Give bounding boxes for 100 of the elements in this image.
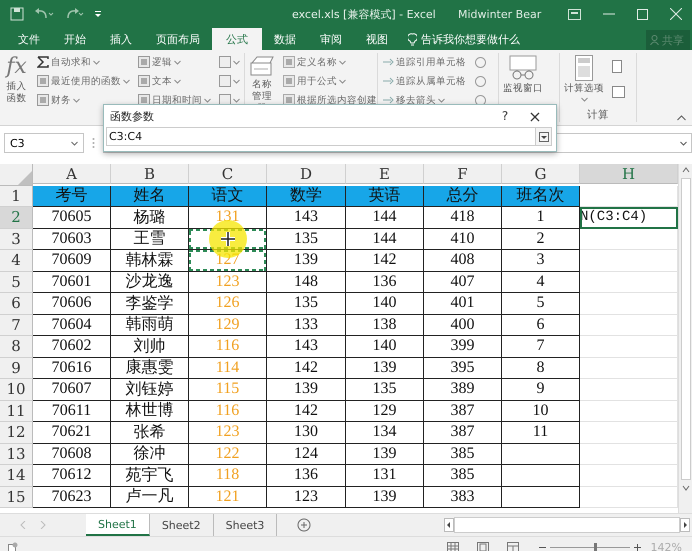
normal-view-icon[interactable] <box>446 542 459 551</box>
table-cell: 123 <box>267 486 346 508</box>
scroll-right-icon[interactable] <box>680 518 690 532</box>
person-icon <box>650 35 659 45</box>
table-cell: 沙龙逸 <box>111 272 189 293</box>
ribbon-tab[interactable]: 页面布局 <box>144 28 212 50</box>
ribbon-button[interactable]: 用于公式 <box>281 72 379 90</box>
row-header[interactable]: 14 <box>0 465 33 486</box>
row-header[interactable]: 1 <box>0 186 33 207</box>
close-button[interactable]: × <box>520 106 550 126</box>
help-button[interactable]: ? <box>490 106 520 126</box>
page-break-view-icon[interactable] <box>506 542 519 551</box>
zoom-in-icon[interactable] <box>634 544 641 550</box>
customize-toolbar-icon[interactable] <box>94 10 102 18</box>
expand-dialog-button[interactable] <box>535 127 552 146</box>
column-header[interactable]: E <box>346 164 424 184</box>
tell-me-field[interactable]: 告诉我你想要做什么 <box>421 32 520 46</box>
watch-window-button[interactable]: 监视窗口 <box>499 53 547 108</box>
ribbon-tab[interactable]: 数据 <box>262 28 308 50</box>
ribbon-button[interactable]: 逻辑 <box>136 53 213 71</box>
table-cell: 142 <box>346 250 424 272</box>
table-cell: 70623 <box>33 486 111 508</box>
ribbon-button[interactable]: 定义名称 <box>281 53 379 71</box>
table-cell: 70606 <box>33 293 111 314</box>
table-cell: 70609 <box>33 250 111 272</box>
ribbon-button[interactable]: 最近使用的函数 <box>35 72 132 90</box>
table-header-cell: 考号 <box>33 186 111 207</box>
page-layout-view-icon[interactable] <box>476 542 489 551</box>
ribbon-button[interactable]: 自动求和 <box>35 53 132 71</box>
scrollbar-thumb[interactable] <box>681 178 691 480</box>
maximize-icon[interactable] <box>637 8 648 20</box>
function-dropdown-button[interactable] <box>217 72 242 90</box>
save-icon[interactable] <box>10 7 24 21</box>
table-cell: 70616 <box>33 358 111 379</box>
calculation-options-button[interactable]: 计算选项 <box>560 53 608 108</box>
table-cell: 121 <box>189 486 267 508</box>
table-cell: 131 <box>346 465 424 486</box>
column-header[interactable]: B <box>111 164 189 184</box>
row-header[interactable]: 15 <box>0 486 33 508</box>
collapse-ribbon-icon[interactable] <box>677 115 686 121</box>
ribbon-tab[interactable]: 视图 <box>354 28 400 50</box>
name-box[interactable]: C3 <box>4 133 84 153</box>
sheet-tab[interactable]: Sheet1 <box>86 514 150 536</box>
caret-icon <box>93 60 100 64</box>
table-cell: 刘钰婷 <box>111 379 189 400</box>
table-cell: 418 <box>424 207 502 228</box>
table-cell: 140 <box>346 336 424 358</box>
column-header[interactable]: C <box>189 164 267 184</box>
column-header[interactable]: G <box>502 164 580 184</box>
row-header[interactable]: 3 <box>0 228 33 250</box>
row-header[interactable]: 6 <box>0 293 33 314</box>
zoom-slider-thumb[interactable] <box>594 542 597 551</box>
row-header[interactable]: 13 <box>0 444 33 465</box>
table-cell: 5 <box>502 293 580 314</box>
table-header-cell: 姓名 <box>111 186 189 207</box>
ribbon-button[interactable]: 文本 <box>136 72 213 90</box>
insert-function-button[interactable]: fx 插入函数 <box>0 53 33 109</box>
horizontal-scrollbar[interactable] <box>454 517 680 533</box>
ribbon-button[interactable]: 追踪引用单元格 <box>380 53 468 71</box>
table-cell: 144 <box>346 207 424 228</box>
row-header[interactable]: 8 <box>0 336 33 358</box>
trace-arrow-icon <box>382 75 394 87</box>
table-cell: 383 <box>424 486 502 508</box>
table-cell: 张希 <box>111 422 189 444</box>
table-cell: 130 <box>267 422 346 444</box>
undo-icon[interactable] <box>34 8 54 20</box>
table-cell: 129 <box>346 400 424 422</box>
function-category-icon <box>283 94 295 106</box>
table-header-cell: 数学 <box>267 186 346 207</box>
column-header[interactable]: F <box>424 164 502 184</box>
table-cell: 140 <box>346 293 424 314</box>
scroll-left-icon[interactable] <box>444 518 454 532</box>
lightbulb-icon <box>408 32 417 46</box>
ribbon-tab[interactable]: 审阅 <box>308 28 354 50</box>
calculate-sheet-button[interactable] <box>610 83 627 101</box>
row-header[interactable]: 10 <box>0 379 33 400</box>
ribbon-tab[interactable]: 文件 <box>6 28 52 50</box>
ribbon-button[interactable]: 追踪从属单元格 <box>380 72 468 90</box>
function-category-icon <box>37 94 49 106</box>
row-header[interactable]: 4 <box>0 250 33 272</box>
column-header[interactable]: A <box>33 164 111 184</box>
macro-record-icon[interactable] <box>8 542 18 551</box>
ribbon-tab[interactable]: 公式 <box>212 28 262 50</box>
row-header[interactable]: 12 <box>0 422 33 444</box>
ribbon-tab[interactable]: 开始 <box>52 28 98 50</box>
row-header[interactable]: 9 <box>0 358 33 379</box>
table-cell: 135 <box>346 379 424 400</box>
function-dropdown-button[interactable] <box>217 53 242 71</box>
row-header[interactable]: 2 <box>0 207 33 228</box>
row-header[interactable]: 5 <box>0 272 33 293</box>
ribbon-tab[interactable]: 插入 <box>98 28 144 50</box>
row-header[interactable]: 11 <box>0 400 33 422</box>
ribbon-button[interactable]: 移去箭头 <box>380 91 468 109</box>
range-input-field[interactable]: C3:C4 <box>106 127 535 146</box>
table-cell: 122 <box>189 444 267 465</box>
ribbon-display-icon[interactable] <box>568 8 581 20</box>
row-header[interactable]: 7 <box>0 314 33 336</box>
column-header[interactable]: H <box>580 164 678 184</box>
close-icon[interactable] <box>670 8 682 20</box>
column-header[interactable]: D <box>267 164 346 184</box>
